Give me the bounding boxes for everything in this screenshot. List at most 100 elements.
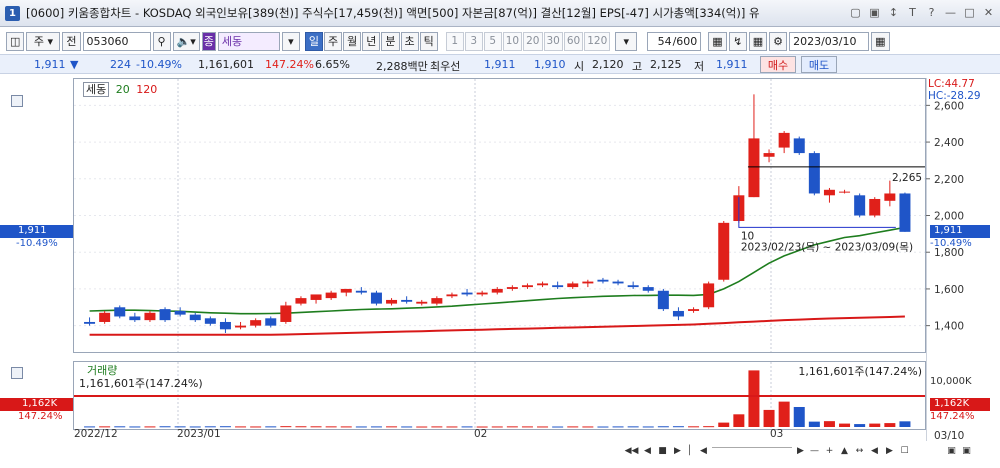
- candle-body: [250, 320, 262, 326]
- left-volume-value: 1,162K: [22, 398, 58, 409]
- candle-body: [431, 298, 443, 304]
- separator-icon: │: [686, 445, 693, 456]
- candle-body: [325, 292, 337, 299]
- title-bar: 1 [0600] 키움종합차트 - KOSDAQ 외국인보유[389(천)] 주…: [0, 0, 1000, 27]
- best-price-label: 최우선: [430, 60, 461, 73]
- volume-bar: [310, 426, 322, 428]
- candle-body: [552, 285, 564, 288]
- interval-button-3[interactable]: 3: [464, 31, 483, 51]
- period-tab-1[interactable]: 주: [324, 31, 343, 51]
- candle-body: [401, 299, 413, 302]
- panel-menu-icon[interactable]: [11, 95, 23, 107]
- prev-button[interactable]: 전: [62, 31, 81, 51]
- volume-bar: [612, 426, 624, 428]
- minimize-icon[interactable]: —: [943, 5, 958, 20]
- range-text: 2023/02/23(목) ~ 2023/03/09(목): [741, 241, 913, 253]
- volume-bar: [416, 426, 428, 428]
- calendar-icon[interactable]: ▦: [871, 31, 890, 51]
- candle-body: [778, 132, 790, 148]
- volume-bar: [567, 426, 579, 428]
- interval-button-120[interactable]: 120: [584, 31, 611, 51]
- volume-panel-menu-icon[interactable]: [11, 367, 23, 379]
- interval-button-1[interactable]: 1: [445, 31, 464, 51]
- x-axis: 2022/12 2023/01 02 03: [73, 428, 926, 441]
- sell-button[interactable]: 매도: [801, 56, 837, 73]
- page-right-icon[interactable]: ▶: [883, 444, 896, 457]
- period-tab-2[interactable]: 월: [343, 31, 362, 51]
- left-price-tag: 1,911: [0, 225, 73, 238]
- stock-name-dropdown[interactable]: ▾: [281, 31, 300, 51]
- grid-icon[interactable]: ▦: [748, 31, 768, 51]
- right-volume-tag: 1,162K: [930, 398, 990, 411]
- close-icon[interactable]: ✕: [981, 5, 996, 20]
- x-label-mar: 03: [770, 428, 784, 440]
- interval-button-60[interactable]: 60: [563, 31, 584, 51]
- candle-body: [808, 153, 820, 194]
- period-tab-6[interactable]: 틱: [419, 31, 438, 51]
- warning-icon[interactable]: ▲: [838, 444, 851, 457]
- price-panel[interactable]: 2,265 10 2023/02/23(목) ~ 2023/03/09(목) 세동 …: [73, 78, 926, 353]
- scroll-left-icon[interactable]: ◀: [697, 444, 710, 457]
- sound-icon[interactable]: 🔈▾: [172, 31, 200, 51]
- drawing-icon[interactable]: ↯: [728, 31, 747, 51]
- stock-name-field[interactable]: 세동: [217, 31, 280, 51]
- price-change: 224: [110, 58, 131, 71]
- date-input[interactable]: 2023/03/10: [789, 31, 870, 51]
- ytick-label: 2,400: [934, 137, 964, 149]
- interval-button-10[interactable]: 10: [502, 31, 523, 51]
- minimize-to-tray-icon[interactable]: ▢: [848, 5, 863, 20]
- panel-toggle-icon[interactable]: ◫: [6, 31, 25, 51]
- candle-body: [280, 305, 292, 322]
- interval-dropdown[interactable]: ▾: [615, 31, 638, 51]
- zoom-minus-icon[interactable]: ▣: [945, 444, 958, 457]
- volume-summary-right: 1,161,601주(147.24%): [798, 365, 922, 378]
- open-value: 2,120: [592, 58, 624, 71]
- interval-button-5[interactable]: 5: [483, 31, 502, 51]
- candle-body: [204, 318, 216, 324]
- buy-button[interactable]: 매수: [760, 56, 796, 73]
- scroll-icon[interactable]: ↕: [886, 5, 901, 20]
- zoom-plus-icon[interactable]: ▣: [960, 444, 973, 457]
- restore-icon[interactable]: ▣: [867, 5, 882, 20]
- page-left-icon[interactable]: ◀: [868, 444, 881, 457]
- x-label-jan: 2023/01: [177, 428, 221, 440]
- candle-body: [672, 310, 684, 317]
- period-tab-5[interactable]: 초: [400, 31, 419, 51]
- stop-icon[interactable]: ■: [656, 444, 669, 457]
- settings-icon[interactable]: ⚙: [769, 31, 788, 51]
- candle-body: [688, 309, 700, 311]
- scroll-right-icon[interactable]: ▶: [794, 444, 807, 457]
- zoom-out-icon[interactable]: —: [808, 444, 821, 457]
- interval-button-20[interactable]: 20: [523, 31, 543, 51]
- indicator-icon[interactable]: ▦: [708, 31, 727, 51]
- zoom-in-icon[interactable]: +: [823, 444, 836, 457]
- text-icon[interactable]: T: [905, 5, 920, 20]
- stock-type-select[interactable]: 주 ▾: [26, 31, 61, 51]
- split-icon[interactable]: ↔: [853, 444, 866, 457]
- period-tab-4[interactable]: 분: [381, 31, 400, 51]
- candle-body: [355, 290, 367, 293]
- stock-code-input[interactable]: 053060: [82, 31, 151, 51]
- maximize-icon[interactable]: □: [962, 5, 977, 20]
- period-tab-3[interactable]: 년: [362, 31, 381, 51]
- volume-panel[interactable]: 거래량 1,161,601주(147.24%) 1,161,601주(147.2…: [73, 361, 926, 430]
- help-icon[interactable]: ?: [924, 5, 939, 20]
- first-icon[interactable]: ◀◀: [625, 444, 639, 457]
- hc-label: HC:-28.29: [928, 90, 981, 102]
- trade-amount: 2,288백만: [376, 60, 428, 73]
- volume-bar: [869, 423, 881, 427]
- search-icon[interactable]: ⚲: [152, 31, 171, 51]
- candle-body: [521, 285, 533, 288]
- play-back-icon[interactable]: ◀: [641, 444, 654, 457]
- scroll-track[interactable]: [712, 447, 792, 453]
- window-title: [0600] 키움종합차트 - KOSDAQ 외국인보유[389(천)] 주식수…: [26, 6, 760, 20]
- interval-button-30[interactable]: 30: [543, 31, 563, 51]
- count-value: 54: [657, 34, 672, 48]
- count-input[interactable]: 54/600: [647, 31, 702, 51]
- period-tab-0[interactable]: 일: [304, 31, 323, 51]
- reset-icon[interactable]: ☐: [898, 444, 911, 457]
- volume-bar: [325, 426, 337, 428]
- stock-name-value: 세동: [221, 35, 243, 48]
- candle-body: [793, 138, 805, 154]
- candle-body: [219, 321, 231, 330]
